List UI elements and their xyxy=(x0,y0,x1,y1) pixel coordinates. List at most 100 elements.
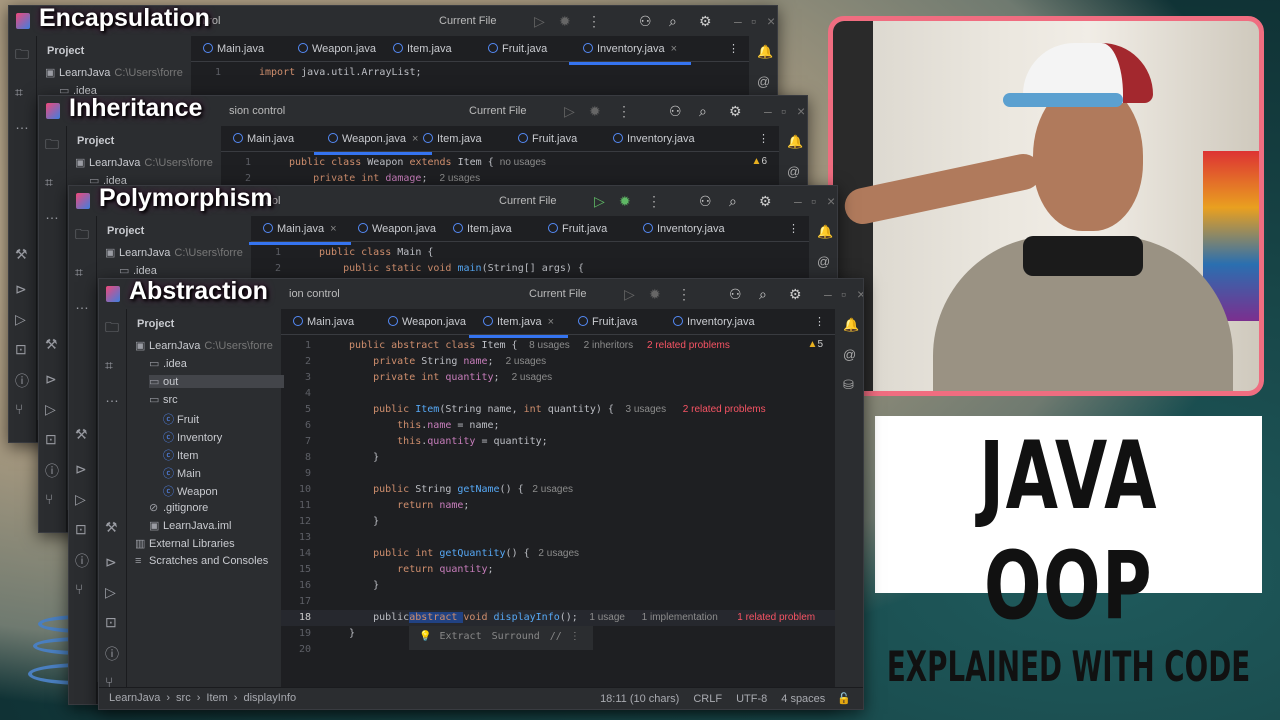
tree-item[interactable]: ≡ Scratches and Consoles xyxy=(135,555,268,567)
maximize-icon[interactable]: ▫ xyxy=(841,286,846,302)
close-tab-icon[interactable]: × xyxy=(412,133,418,145)
tab-weapon[interactable]: Weapon.java × xyxy=(313,133,433,155)
problems-icon[interactable]: ⓘ xyxy=(75,551,89,571)
build-icon[interactable]: ⚒ xyxy=(75,426,88,443)
settings-icon[interactable]: ⚙ xyxy=(759,193,772,210)
tree-item[interactable]: ⓒ Main xyxy=(163,465,201,481)
tab-inventory[interactable]: Inventory.java xyxy=(643,223,725,235)
close-icon[interactable]: × xyxy=(857,286,863,302)
lock-icon[interactable]: 🔓 xyxy=(837,693,851,705)
tree-item[interactable]: ▣ LearnJava C:\Users\forre xyxy=(75,156,213,169)
settings-icon[interactable]: ⚙ xyxy=(789,286,802,303)
tab-main[interactable]: Main.java xyxy=(203,43,264,55)
structure-icon[interactable]: ⌗ xyxy=(45,174,53,191)
debug-icon[interactable]: ✹ xyxy=(559,13,571,30)
tree-item[interactable]: ▣ LearnJava.iml xyxy=(149,519,231,532)
popup-action-surround[interactable]: Surround xyxy=(492,631,540,642)
git-icon[interactable]: ⑂ xyxy=(15,401,23,417)
code-editor[interactable]: ▲5 1 public abstract class Item { 8 usages… xyxy=(281,336,835,687)
tabs-more-icon[interactable]: ⋮ xyxy=(788,222,799,235)
tab-inventory[interactable]: Inventory.java xyxy=(673,316,755,328)
run-config-dropdown[interactable]: Current File xyxy=(439,15,496,27)
more-icon[interactable]: ⋮ xyxy=(617,103,631,120)
vcs-widget[interactable]: sion control xyxy=(229,105,285,117)
problems-icon[interactable]: ⓘ xyxy=(105,644,119,664)
vcs-widget[interactable]: ion control xyxy=(289,288,340,300)
run-icon[interactable]: ▷ xyxy=(594,193,605,210)
more-icon[interactable]: ⋮ xyxy=(647,193,661,210)
minimize-icon[interactable]: – xyxy=(764,103,772,119)
run-tool-icon[interactable]: ▷ xyxy=(75,491,86,508)
comment-icon[interactable]: // xyxy=(550,631,562,642)
tree-item[interactable]: ▥ External Libraries xyxy=(135,537,235,550)
run-icon[interactable]: ▷ xyxy=(624,286,635,303)
tree-item[interactable]: ⓒ Weapon xyxy=(163,483,218,499)
breadcrumb-item[interactable]: src xyxy=(176,692,191,704)
project-dropdown[interactable]: Project xyxy=(47,45,84,57)
tree-item[interactable]: ▣ LearnJava C:\Users\forre xyxy=(45,66,183,79)
services-icon[interactable]: ⊳ xyxy=(45,371,57,388)
maximize-icon[interactable]: ▫ xyxy=(751,13,756,29)
run-tool-icon[interactable]: ▷ xyxy=(15,311,26,328)
ai-assistant-icon[interactable]: @ xyxy=(817,254,830,269)
tree-item[interactable]: ▣ LearnJava C:\Users\forre xyxy=(105,246,243,259)
structure-icon[interactable]: ⌗ xyxy=(105,357,113,374)
close-tab-icon[interactable]: × xyxy=(330,223,336,235)
project-tool-icon[interactable]: 🗀 xyxy=(15,44,29,68)
services-icon[interactable]: ⊳ xyxy=(75,461,87,478)
services-icon[interactable]: ⊳ xyxy=(15,281,27,298)
run-config-dropdown[interactable]: Current File xyxy=(469,105,526,117)
problems-icon[interactable]: ⓘ xyxy=(15,371,29,391)
run-tool-icon[interactable]: ▷ xyxy=(45,401,56,418)
more-tools-icon[interactable]: … xyxy=(45,206,59,222)
services-icon[interactable]: ⊳ xyxy=(105,554,117,571)
tabs-more-icon[interactable]: ⋮ xyxy=(814,315,825,328)
notifications-icon[interactable]: 🔔 xyxy=(843,317,859,333)
add-user-icon[interactable]: ⚇ xyxy=(639,13,652,30)
close-icon[interactable]: × xyxy=(797,103,805,119)
status-encoding[interactable]: UTF-8 xyxy=(736,693,767,705)
build-icon[interactable]: ⚒ xyxy=(15,246,28,263)
close-tab-icon[interactable]: × xyxy=(548,316,554,328)
tab-fruit[interactable]: Fruit.java xyxy=(578,316,637,328)
more-tools-icon[interactable]: … xyxy=(105,389,119,405)
debug-icon[interactable]: ✹ xyxy=(619,193,631,210)
close-icon[interactable]: × xyxy=(827,193,835,209)
status-line-sep[interactable]: CRLF xyxy=(693,693,722,705)
notifications-icon[interactable]: 🔔 xyxy=(787,134,803,150)
more-tools-icon[interactable]: … xyxy=(75,296,89,312)
build-icon[interactable]: ⚒ xyxy=(105,519,118,536)
popup-action-extract[interactable]: Extract xyxy=(439,631,481,642)
tree-item[interactable]: ▭ src xyxy=(149,393,178,406)
tab-weapon[interactable]: Weapon.java xyxy=(388,316,466,328)
terminal-icon[interactable]: ⊡ xyxy=(75,521,87,538)
tab-inventory[interactable]: Inventory.java × xyxy=(568,43,692,65)
run-config-dropdown[interactable]: Current File xyxy=(499,195,556,207)
tab-main[interactable]: Main.java xyxy=(293,316,354,328)
tab-inventory[interactable]: Inventory.java xyxy=(613,133,695,145)
search-icon[interactable]: ⌕ xyxy=(759,286,767,303)
ai-assistant-icon[interactable]: @ xyxy=(787,164,800,179)
tree-item[interactable]: ⓒ Inventory xyxy=(163,429,222,445)
status-position[interactable]: 18:11 (10 chars) xyxy=(600,693,679,705)
breadcrumb-item[interactable]: Item xyxy=(206,692,227,704)
git-icon[interactable]: ⑂ xyxy=(75,581,83,597)
tabs-more-icon[interactable]: ⋮ xyxy=(728,42,739,55)
add-user-icon[interactable]: ⚇ xyxy=(729,286,742,303)
settings-icon[interactable]: ⚙ xyxy=(729,103,742,120)
project-dropdown[interactable]: Project xyxy=(107,225,144,237)
settings-icon[interactable]: ⚙ xyxy=(699,13,712,30)
close-icon[interactable]: × xyxy=(767,13,775,29)
database-icon[interactable]: ⛁ xyxy=(843,377,854,393)
search-icon[interactable]: ⌕ xyxy=(699,103,707,120)
minimize-icon[interactable]: – xyxy=(794,193,802,209)
status-indent[interactable]: 4 spaces xyxy=(781,693,825,705)
tab-weapon[interactable]: Weapon.java xyxy=(358,223,436,235)
tree-item[interactable]: ▭ .idea xyxy=(149,357,187,370)
tab-item[interactable]: Item.java × xyxy=(468,316,569,338)
breadcrumb-item[interactable]: LearnJava xyxy=(109,692,160,704)
breadcrumb-item[interactable]: displayInfo xyxy=(243,692,296,704)
search-icon[interactable]: ⌕ xyxy=(729,193,737,210)
tabs-more-icon[interactable]: ⋮ xyxy=(758,132,769,145)
notifications-icon[interactable]: 🔔 xyxy=(817,224,833,240)
